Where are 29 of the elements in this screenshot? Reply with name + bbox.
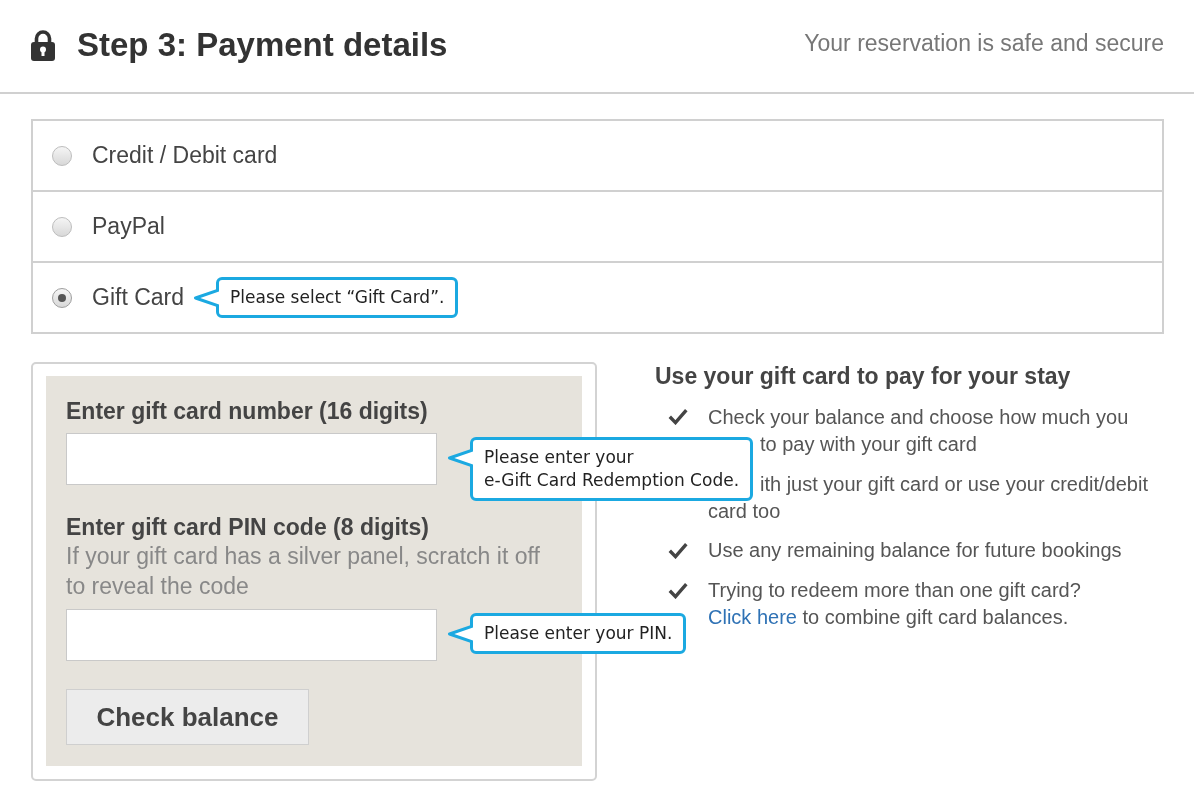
input-field[interactable] xyxy=(66,609,437,661)
lock-icon xyxy=(30,29,56,61)
field-label: Enter gift card PIN code (8 digits) xyxy=(66,513,430,541)
field-label: Enter gift card number (16 digits) xyxy=(66,397,429,425)
callout-bubble: Please enter your e-Gift Card Redemption Code. xyxy=(470,437,754,501)
page-title: Step 3: Payment details xyxy=(77,25,448,65)
radio-button[interactable] xyxy=(52,145,72,166)
callout-bubble: Please select “Gift Card”. xyxy=(216,277,459,318)
radio-button[interactable] xyxy=(52,287,72,308)
list-item-text: to pay with your gift card xyxy=(760,433,977,454)
list-item-text: Use any remaining balance for future bookings xyxy=(708,538,1122,563)
info-heading: Use your gift card to pay for your stay xyxy=(655,362,1072,390)
check-icon xyxy=(668,582,688,599)
inline-link[interactable]: Click here xyxy=(708,606,797,628)
callout-bubble: Please enter your PIN. xyxy=(470,613,687,654)
security-note: Your reservation is safe and secure xyxy=(804,29,1164,57)
check-balance-button[interactable]: Check balance xyxy=(66,689,309,745)
input-field[interactable] xyxy=(66,433,437,485)
payment-option-label[interactable]: PayPal xyxy=(92,213,165,240)
radio-button[interactable] xyxy=(52,216,72,237)
payment-option-label[interactable]: Gift Card xyxy=(92,284,185,311)
list-item-text: Check your balance and choose how much you xyxy=(708,406,1129,427)
list-item-text: card too xyxy=(708,500,781,521)
check-icon xyxy=(668,408,688,425)
check-icon xyxy=(668,542,688,559)
help-text: If your gift card has a silver panel, scratch it off to reveal the code xyxy=(66,542,541,601)
list-item-text: ith just your gift card or use your credit/debit xyxy=(760,473,1148,494)
payment-option-label[interactable]: Credit / Debit card xyxy=(92,142,278,169)
list-item-text: Trying to redeem more than one gift card? Click here to combine gift card balances. xyxy=(708,578,1082,630)
